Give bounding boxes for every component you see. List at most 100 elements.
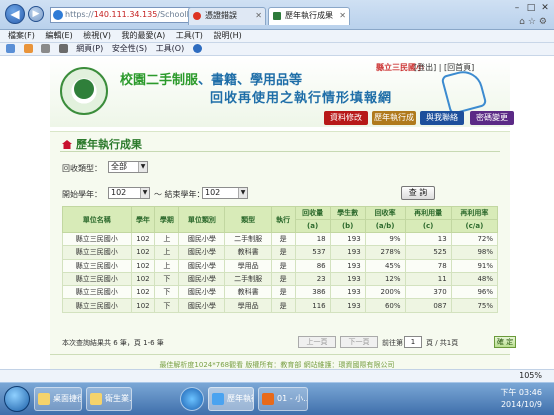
col-year[interactable]: 學年	[130, 206, 156, 233]
page-number-input[interactable]: 1	[404, 336, 422, 348]
taskbar-item-media[interactable]: 01 - 小...	[258, 387, 308, 411]
mail-icon[interactable]	[41, 44, 51, 53]
menu-help[interactable]: 說明(H)	[213, 31, 241, 40]
goto-page-label: 前往第	[382, 339, 403, 347]
go-button[interactable]: 確 定	[494, 336, 516, 348]
url-host: 140.111.34.135	[93, 10, 158, 19]
tab-yearly-results[interactable]: 歷年執行成果 ✕	[268, 7, 350, 25]
settings-gear-icon[interactable]: ⚙	[539, 17, 550, 27]
table-cell: 下	[154, 298, 180, 313]
query-button[interactable]: 查 詢	[401, 186, 435, 200]
tab-cert-error[interactable]: 憑證錯誤 ✕	[188, 7, 266, 25]
feeds-icon[interactable]	[23, 44, 33, 53]
cmd-safety[interactable]: 安全性(S)	[112, 44, 147, 53]
breadcrumb-label: 歷年執行成果	[76, 138, 142, 151]
start-year-select[interactable]: 102 ▼	[108, 187, 150, 199]
col-semester[interactable]: 學期	[154, 206, 180, 233]
home-icon[interactable]	[62, 140, 72, 149]
table-cell: 193	[329, 285, 366, 300]
menu-tools[interactable]: 工具(T)	[176, 31, 203, 40]
home-icon[interactable]: ⌂	[519, 17, 528, 27]
ie-icon	[212, 393, 224, 405]
table-cell: 國民小學	[178, 298, 226, 313]
back-button[interactable]: ◀	[5, 4, 25, 24]
table-cell: 102	[130, 298, 156, 313]
taskbar-item-health[interactable]: 衛生業...	[86, 387, 132, 411]
table-cell: 9%	[364, 231, 406, 247]
col-reuse: 再利用量	[404, 206, 452, 220]
taskbar-item-shortcuts[interactable]: 桌面捷徑	[34, 387, 82, 411]
table-cell: 教科書	[224, 285, 272, 300]
table-cell: 75%	[450, 298, 499, 313]
cert-error-icon	[193, 12, 201, 20]
type-select[interactable]: 全部 ▼	[108, 161, 148, 173]
menu-favorites[interactable]: 我的最愛(A)	[122, 31, 166, 40]
table-cell: 下	[154, 271, 180, 287]
close-icon[interactable]: ✕	[255, 8, 262, 24]
table-cell: 18	[294, 231, 331, 247]
close-window-icon[interactable]: ✕	[538, 3, 552, 15]
end-year-select[interactable]: 102 ▼	[202, 187, 248, 199]
table-cell: 72%	[450, 231, 499, 247]
ie-taskbar-icon[interactable]	[180, 387, 204, 411]
cmd-tools[interactable]: 工具(O)	[156, 44, 185, 53]
table-cell: 91%	[450, 258, 499, 273]
table-row: 縣立三民國小 102 下國民小學 二手制服是 23 193 12% 11 48%	[62, 271, 499, 287]
start-button[interactable]	[4, 386, 30, 412]
table-cell: 是	[270, 285, 296, 300]
col-unit-name[interactable]: 單位名稱	[62, 206, 132, 233]
start-year-value: 102	[111, 188, 127, 197]
nav-yearly-results[interactable]: 歷年執行成果	[372, 111, 416, 136]
table-cell: 525	[404, 245, 452, 260]
decorative-illustration	[440, 66, 488, 116]
end-year-label: ～ 結束學年：	[154, 190, 205, 199]
end-year-value: 102	[205, 188, 221, 197]
taskbar-label: 桌面捷徑	[53, 394, 82, 403]
command-bar: 網頁(P) 安全性(S) 工具(O)	[0, 43, 554, 56]
clock[interactable]: 下午 03:46 2014/10/9	[500, 387, 542, 411]
window-controls: – □ ✕	[510, 3, 552, 15]
help-icon[interactable]	[192, 44, 202, 53]
favorites-icon[interactable]	[6, 44, 15, 53]
table-cell: 縣立三民國小	[62, 258, 132, 273]
nav-contact[interactable]: 與我聯絡	[420, 111, 464, 125]
table-cell: 78	[404, 258, 452, 273]
table-cell: 上	[154, 245, 180, 260]
maximize-icon[interactable]: □	[524, 3, 538, 15]
menu-file[interactable]: 檔案(F)	[8, 31, 35, 40]
table-cell: 是	[270, 231, 296, 247]
table-cell: 縣立三民國小	[62, 245, 132, 260]
col-executed: 執行	[270, 206, 296, 233]
table-cell: 102	[130, 258, 156, 273]
taskbar-item-yearly[interactable]: 歷年執行...	[208, 387, 254, 411]
nav-data-edit[interactable]: 資料修改	[324, 111, 368, 125]
favorites-star-icon[interactable]: ☆	[528, 17, 539, 27]
menu-view[interactable]: 檢視(V)	[83, 31, 111, 40]
menu-edit[interactable]: 編輯(E)	[45, 31, 72, 40]
col-unit-type[interactable]: 單位類別	[178, 206, 226, 233]
table-cell: 370	[404, 285, 452, 300]
nav-password-change[interactable]: 密碼變更	[470, 111, 514, 125]
forward-button[interactable]: ▶	[28, 6, 44, 22]
page-title: 歷年執行成果	[62, 136, 142, 152]
table-cell: 縣立三民國小	[62, 298, 132, 313]
zoom-level[interactable]: 105%	[519, 370, 542, 382]
table-cell: 200%	[364, 285, 406, 300]
prev-page-button[interactable]: 上一頁	[298, 336, 336, 348]
table-cell: 537	[294, 245, 331, 260]
footer-divider	[50, 354, 510, 355]
sub-c: (c)	[404, 219, 452, 233]
col-recycle-rate: 回收率	[364, 206, 406, 220]
cmd-page[interactable]: 網頁(P)	[76, 44, 103, 53]
table-cell: 上	[154, 258, 180, 273]
status-bar: 105%	[0, 369, 554, 382]
table-cell: 193	[329, 231, 366, 247]
table-cell: 二手制服	[224, 271, 272, 287]
next-page-button[interactable]: 下一頁	[340, 336, 378, 348]
table-cell: 102	[130, 231, 156, 247]
table-cell: 45%	[364, 258, 406, 273]
table-cell: 193	[329, 298, 366, 313]
print-icon[interactable]	[58, 44, 68, 53]
minimize-icon[interactable]: –	[510, 3, 524, 15]
close-icon[interactable]: ✕	[339, 8, 346, 24]
